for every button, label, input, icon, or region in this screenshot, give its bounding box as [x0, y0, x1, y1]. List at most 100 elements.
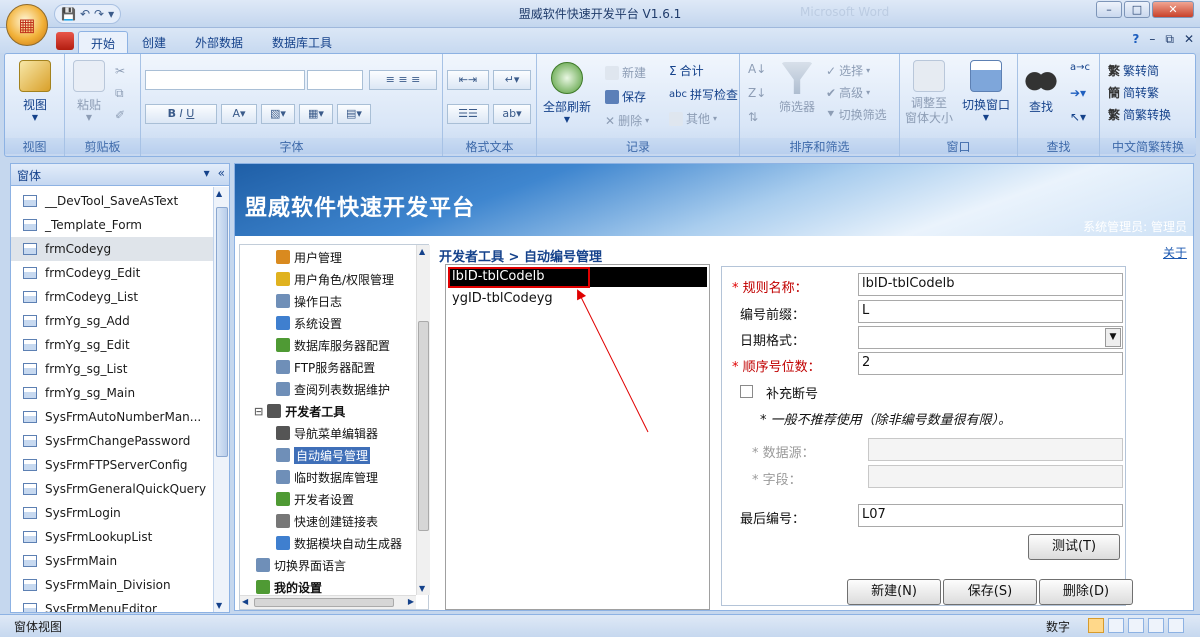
layout-view-icon[interactable]	[1128, 618, 1144, 633]
fit-to-form-button[interactable]: 调整至 窗体大小	[904, 60, 954, 126]
replace-icon[interactable]: a→c	[1070, 62, 1090, 73]
sort-desc-icon[interactable]: Z↓	[748, 86, 766, 100]
datasheet-view-icon[interactable]	[1108, 618, 1124, 633]
more-button[interactable]: 其他 ▾	[669, 110, 717, 127]
customize-qat-icon[interactable]: ▾	[108, 7, 114, 21]
pivot-view-icon[interactable]	[1168, 618, 1184, 633]
fill-color-button[interactable]: ▧▾	[261, 104, 295, 124]
ribbon-restore-icon[interactable]: ⧉	[1165, 32, 1174, 47]
advanced-button[interactable]: ✔ 高级 ▾	[826, 84, 870, 101]
font-color-button[interactable]: A▾	[221, 104, 257, 124]
view-button[interactable]: 视图 ▼	[13, 60, 57, 122]
last-number-field[interactable]: L07	[858, 504, 1123, 527]
nav-item[interactable]: frmCodeyg_List	[11, 285, 213, 309]
datasource-field[interactable]	[868, 438, 1123, 461]
ribbon-close-icon[interactable]: ✕	[1184, 32, 1194, 47]
tree-hscroll-thumb[interactable]	[254, 598, 394, 607]
tree-vscroll-thumb[interactable]	[418, 321, 429, 531]
tree-node[interactable]: 用户角色/权限管理	[276, 269, 394, 289]
fill-gaps-checkbox[interactable]	[740, 385, 753, 398]
selection-button[interactable]: ✓ 选择 ▾	[826, 62, 870, 79]
scroll-down-icon[interactable]: ▼	[419, 584, 425, 593]
chevron-down-icon[interactable]: ▼	[1105, 328, 1121, 347]
highlight-button[interactable]: ab▾	[493, 104, 531, 124]
scroll-up-icon[interactable]: ▲	[419, 247, 425, 256]
redo-icon[interactable]: ↷	[94, 7, 104, 21]
scroll-down-icon[interactable]: ▼	[216, 601, 222, 610]
tree-node[interactable]: ⊟ 开发者工具	[254, 401, 345, 421]
test-button[interactable]: 测试(T)	[1028, 534, 1120, 560]
save-icon[interactable]: 💾	[61, 7, 76, 21]
tab-home[interactable]: 开始	[78, 31, 129, 53]
nav-item[interactable]: frmCodeyg_Edit	[11, 261, 213, 285]
list-buttons[interactable]: ☰☰	[447, 104, 489, 124]
about-link[interactable]: 关于	[1163, 244, 1187, 261]
nav-item[interactable]: SysFrmLogin	[11, 501, 213, 525]
new-button[interactable]: 新建(N)	[847, 579, 941, 605]
delete-button[interactable]: 删除(D)	[1039, 579, 1133, 605]
totals-button[interactable]: Σ 合计	[669, 62, 704, 79]
nav-item[interactable]: SysFrmMain	[11, 549, 213, 573]
tree-node[interactable]: FTP服务器配置	[276, 357, 375, 377]
save-button[interactable]: 保存(S)	[943, 579, 1037, 605]
nav-collapse-icon[interactable]: «	[218, 166, 225, 180]
nav-item[interactable]: SysFrmMenuEditor	[11, 597, 213, 612]
rule-name-field[interactable]: lbID-tblCodelb	[858, 273, 1123, 296]
format-painter-icon[interactable]: ✐	[115, 108, 125, 122]
close-button[interactable]: ✕	[1152, 1, 1194, 18]
tree-node[interactable]: 导航菜单编辑器	[276, 423, 378, 443]
spelling-button[interactable]: abc 拼写检查	[669, 86, 738, 103]
minimize-button[interactable]: –	[1096, 1, 1122, 18]
design-view-icon[interactable]	[1148, 618, 1164, 633]
tree-node[interactable]: 切换界面语言	[256, 555, 346, 575]
seq-digits-field[interactable]: 2	[858, 352, 1123, 375]
tree-node[interactable]: 快速创建链接表	[276, 511, 378, 531]
nav-scroll-thumb[interactable]	[216, 207, 228, 457]
tree-node[interactable]: 操作日志	[276, 291, 342, 311]
scroll-up-icon[interactable]: ▲	[216, 189, 222, 198]
refresh-all-button[interactable]: 全部刷新 ▼	[541, 62, 593, 124]
office-button[interactable]: ▦	[6, 4, 48, 46]
nav-item[interactable]: SysFrmAutoNumberMan...	[11, 405, 213, 429]
indent-buttons[interactable]: ⇤⇥	[447, 70, 489, 90]
tree-node[interactable]: 自动编号管理	[276, 445, 371, 465]
goto-icon[interactable]: ➔▾	[1070, 86, 1086, 100]
nav-item[interactable]: frmYg_sg_Edit	[11, 333, 213, 357]
find-button[interactable]: 查找	[1024, 62, 1058, 115]
filter-button[interactable]: 筛选器	[774, 62, 820, 115]
tree-node[interactable]: 临时数据库管理	[276, 467, 378, 487]
clear-sort-icon[interactable]: ⇅	[748, 110, 758, 124]
save-record-button[interactable]: 保存	[605, 88, 646, 105]
tree-node[interactable]: 开发者设置	[276, 489, 354, 509]
nav-item[interactable]: SysFrmMain_Division	[11, 573, 213, 597]
nav-item[interactable]: SysFrmFTPServerConfig	[11, 453, 213, 477]
alt-fill-button[interactable]: ▤▾	[337, 104, 371, 124]
delete-record-button[interactable]: ✕ 删除 ▾	[605, 112, 649, 129]
nav-item[interactable]: frmYg_sg_Add	[11, 309, 213, 333]
tree-node[interactable]: 数据模块自动生成器	[276, 533, 402, 553]
new-record-button[interactable]: 新建	[605, 64, 646, 81]
nav-item[interactable]: SysFrmLookupList	[11, 525, 213, 549]
nav-pane-header[interactable]: 窗体 ▾ «	[11, 164, 229, 186]
tree-node[interactable]: 数据库服务器配置	[276, 335, 390, 355]
tree-node[interactable]: 查阅列表数据维护	[276, 379, 390, 399]
bold-italic-underline-buttons[interactable]: B I U	[145, 104, 217, 124]
toggle-filter-button[interactable]: ⯆ 切换筛选	[826, 106, 887, 123]
tree-node[interactable]: 我的设置	[256, 577, 322, 595]
sort-asc-icon[interactable]: A↓	[748, 62, 766, 76]
switch-window-button[interactable]: 切换窗口 ▼	[958, 60, 1014, 122]
nav-item[interactable]: SysFrmChangePassword	[11, 429, 213, 453]
align-buttons[interactable]: ≡ ≡ ≡	[369, 70, 437, 90]
prefix-field[interactable]: L	[858, 300, 1123, 323]
select-icon[interactable]: ↖▾	[1070, 110, 1086, 124]
undo-icon[interactable]: ↶	[80, 7, 90, 21]
tree-horizontal-scrollbar[interactable]: ◀ ▶	[240, 595, 416, 609]
tab-database-tools[interactable]: 数据库工具	[260, 31, 344, 53]
form-view-icon[interactable]	[1088, 618, 1104, 633]
copy-icon[interactable]: ⧉	[115, 86, 124, 101]
nav-item[interactable]: frmYg_sg_Main	[11, 381, 213, 405]
nav-item[interactable]: _Template_Form	[11, 213, 213, 237]
nav-item[interactable]: frmCodeyg	[11, 237, 213, 261]
scroll-right-icon[interactable]: ▶	[408, 597, 414, 606]
nav-dropdown-icon[interactable]: ▾	[204, 166, 210, 180]
